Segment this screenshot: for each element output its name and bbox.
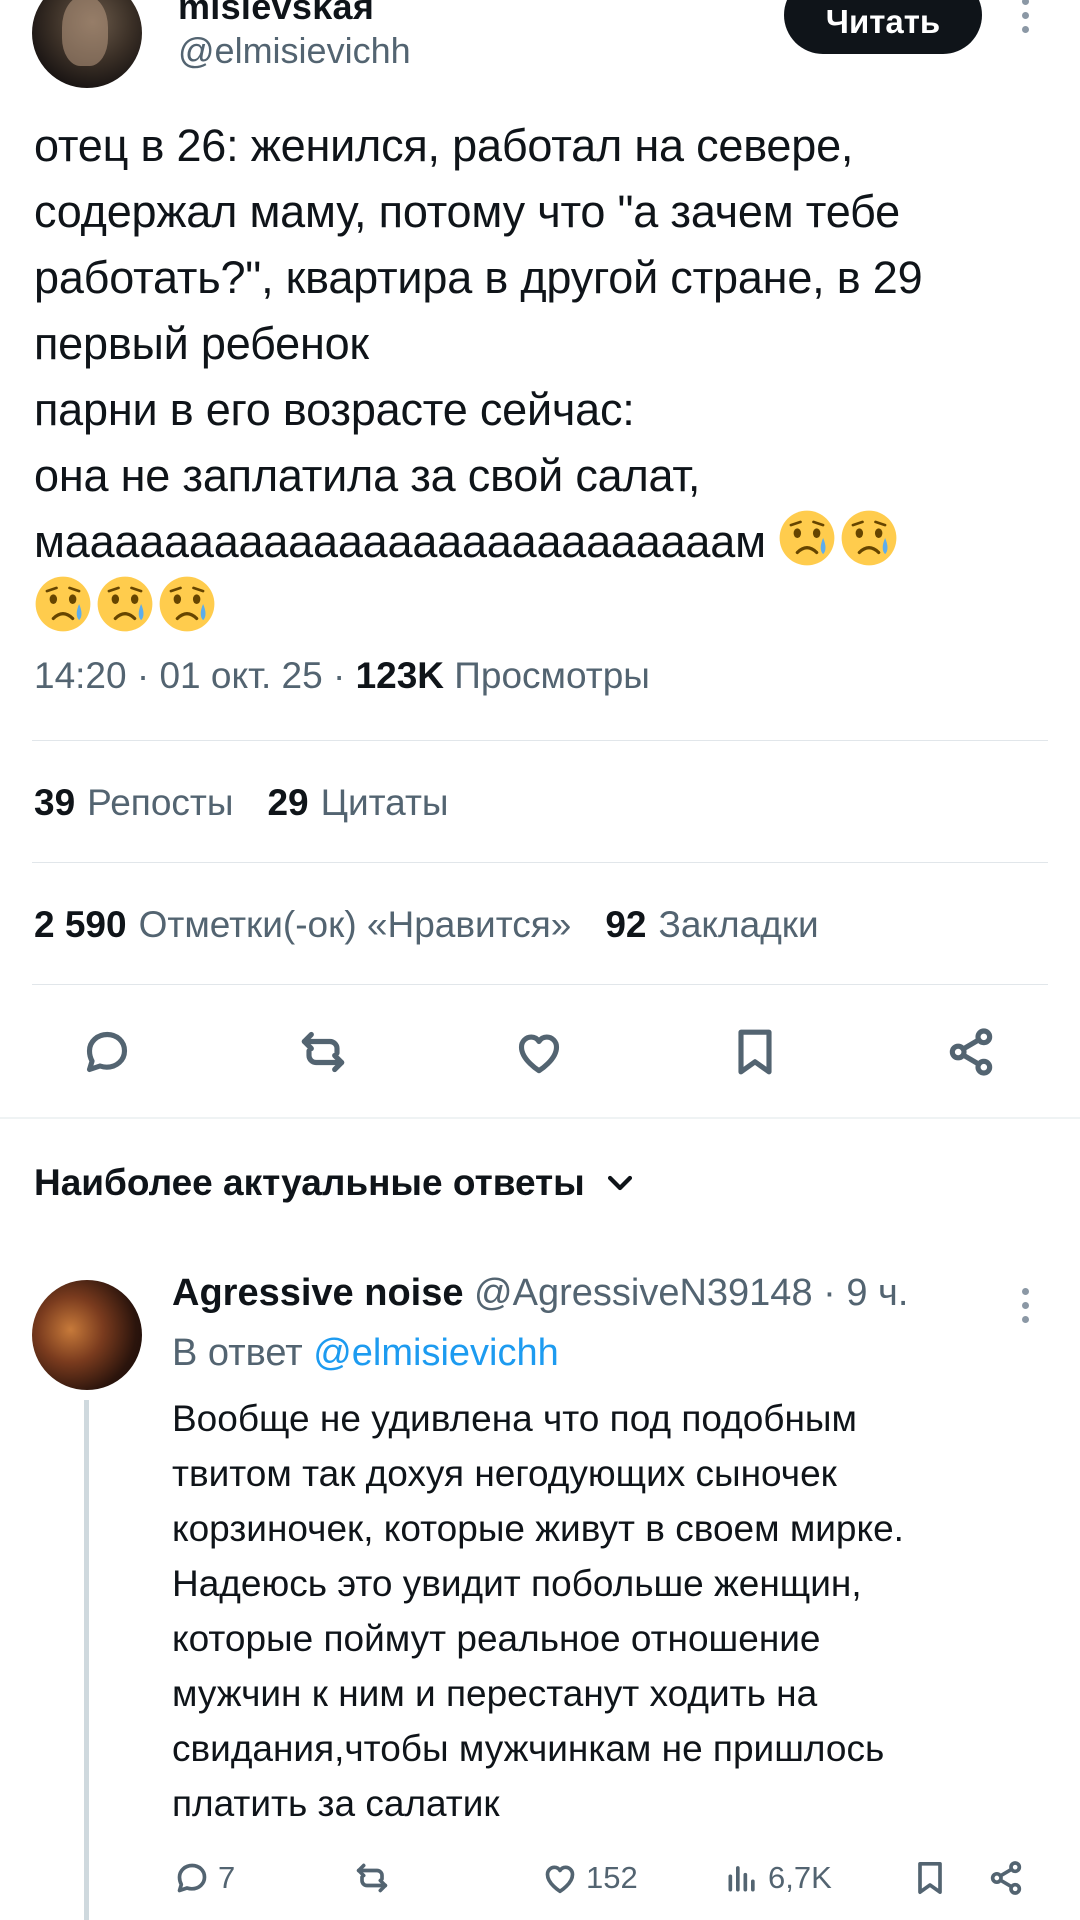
author-avatar[interactable] [32, 0, 142, 88]
divider [32, 740, 1048, 741]
reply-to-line: В ответ @elmisievichh [172, 1332, 559, 1375]
repost-icon[interactable] [288, 1017, 358, 1087]
bookmark-icon [918, 1862, 942, 1894]
meta-separator: · [136, 655, 150, 696]
reply-views-action[interactable]: 6,7K [722, 1853, 832, 1903]
more-options-icon[interactable] [1018, 0, 1032, 33]
reposts-stat[interactable]: 39 Репосты [34, 782, 233, 823]
quotes-count: 29 [267, 782, 309, 823]
reply-like-count: 152 [586, 1860, 638, 1895]
reply-icon[interactable] [72, 1017, 142, 1087]
reply-view-count: 6,7K [768, 1860, 832, 1895]
bookmarks-label: Закладки [658, 904, 819, 945]
bookmarks-stat[interactable]: 92 Закладки [605, 904, 818, 945]
reply-reply-count: 7 [218, 1860, 236, 1895]
likes-count: 2 590 [34, 904, 127, 945]
reply-icon [177, 1863, 207, 1893]
reply-author-avatar[interactable] [32, 1280, 142, 1390]
reply-separator: · [823, 1272, 836, 1314]
reply-share-action[interactable] [986, 1853, 1026, 1903]
views-count[interactable]: 123K [356, 655, 444, 696]
post-text: отец в 26: женился, работал на севере, с… [34, 113, 1054, 641]
likes-label: Отметки(-ок) «Нравится» [138, 904, 572, 945]
likes-stat[interactable]: 2 590 Отметки(-ок) «Нравится» [34, 904, 571, 945]
emoji-sad-relieved-4 [96, 576, 158, 633]
share-icon[interactable] [936, 1017, 1006, 1087]
meta-separator: · [332, 655, 346, 696]
reposts-count: 39 [34, 782, 76, 823]
divider [32, 862, 1048, 863]
reply-author-name[interactable]: Agressive noise [172, 1272, 463, 1314]
bookmark-icon[interactable] [720, 1017, 790, 1087]
reply-header: Agressive noise @AgressiveN39148 · 9 ч. [172, 1272, 908, 1315]
reply-bookmark-action[interactable] [910, 1853, 950, 1903]
reply-author-handle[interactable]: @AgressiveN39148 [474, 1272, 813, 1314]
reply-time[interactable]: 9 ч. [846, 1272, 908, 1314]
chevron-down-icon [607, 1175, 632, 1191]
author-display-name[interactable]: misievskaя [178, 0, 374, 28]
reply-more-options-icon[interactable] [1018, 1288, 1032, 1323]
replies-section-title: Наиболее актуальные ответы [34, 1162, 585, 1203]
thread-line [84, 1400, 89, 1920]
repost-quote-stats: 39 Репосты 29 Цитаты [34, 782, 448, 824]
views-icon [728, 1866, 755, 1892]
emoji-sad-relieved-1 [778, 510, 840, 567]
quotes-label: Цитаты [320, 782, 449, 823]
post-meta: 14:20 · 01 окт. 25 · 123K Просмотры [34, 655, 650, 697]
replies-sort-dropdown[interactable]: Наиболее актуальные ответы [34, 1162, 637, 1204]
divider [32, 984, 1048, 985]
reply-text: Вообще не удивлена что под подобным твит… [172, 1398, 904, 1824]
reply-to-mention[interactable]: @elmisievichh [313, 1332, 559, 1374]
bookmarks-count: 92 [605, 904, 647, 945]
reposts-label: Репосты [87, 782, 234, 823]
follow-button[interactable]: Читать [784, 0, 982, 54]
author-handle[interactable]: @elmisievichh [178, 30, 411, 72]
like-icon[interactable] [504, 1017, 574, 1087]
share-icon [990, 1861, 1022, 1895]
section-divider [0, 1117, 1080, 1119]
emoji-sad-relieved-2 [840, 510, 902, 567]
reply-reply-action[interactable]: 7 [172, 1853, 235, 1903]
reply-to-prefix: В ответ [172, 1332, 303, 1374]
quotes-stat[interactable]: 29 Цитаты [267, 782, 448, 823]
emoji-sad-relieved-3 [34, 576, 96, 633]
post-time[interactable]: 14:20 [34, 655, 127, 696]
repost-icon [356, 1863, 388, 1893]
like-icon [545, 1865, 575, 1894]
emoji-sad-relieved-5 [158, 576, 220, 633]
reply-like-action[interactable]: 152 [540, 1853, 638, 1903]
like-bookmark-stats: 2 590 Отметки(-ок) «Нравится» 92 Закладки [34, 904, 819, 946]
views-label: Просмотры [454, 655, 650, 696]
reply-repost-action[interactable] [352, 1853, 392, 1903]
post-text-body: отец в 26: женился, работал на севере, с… [34, 120, 923, 567]
post-date[interactable]: 01 окт. 25 [159, 655, 322, 696]
